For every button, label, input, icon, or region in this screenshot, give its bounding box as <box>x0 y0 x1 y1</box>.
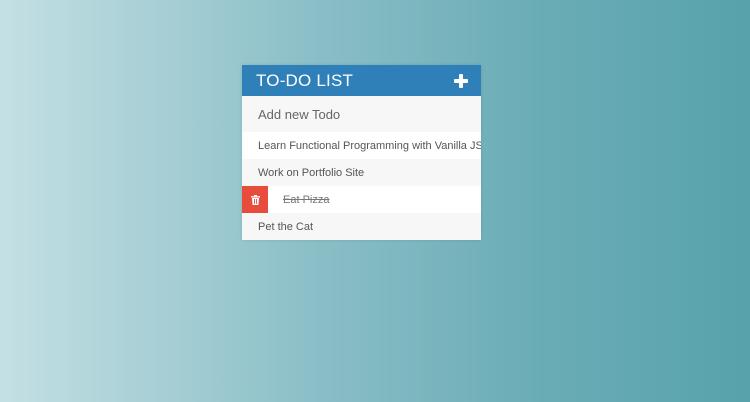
plus-icon[interactable] <box>454 73 468 88</box>
todo-item-text: Learn Functional Programming with Vanill… <box>258 139 481 152</box>
todo-item-text: Work on Portfolio Site <box>258 166 365 179</box>
delete-todo-button[interactable] <box>242 186 268 213</box>
new-todo-input[interactable] <box>242 96 481 132</box>
todo-header: TO-DO LIST <box>242 65 481 96</box>
todo-card: TO-DO LIST Learn Functional Programming … <box>242 65 481 240</box>
todo-item-completed[interactable]: Eat Pizza <box>242 186 481 213</box>
todo-item[interactable]: Pet the Cat <box>242 213 481 240</box>
todo-item-text: Eat Pizza <box>283 193 330 206</box>
new-todo-row <box>242 96 481 132</box>
todo-item[interactable]: Work on Portfolio Site <box>242 159 481 186</box>
todo-item[interactable]: Learn Functional Programming with Vanill… <box>242 132 481 159</box>
trash-icon <box>250 194 260 205</box>
todo-item-text: Pet the Cat <box>258 220 314 233</box>
todo-title: TO-DO LIST <box>256 70 354 90</box>
